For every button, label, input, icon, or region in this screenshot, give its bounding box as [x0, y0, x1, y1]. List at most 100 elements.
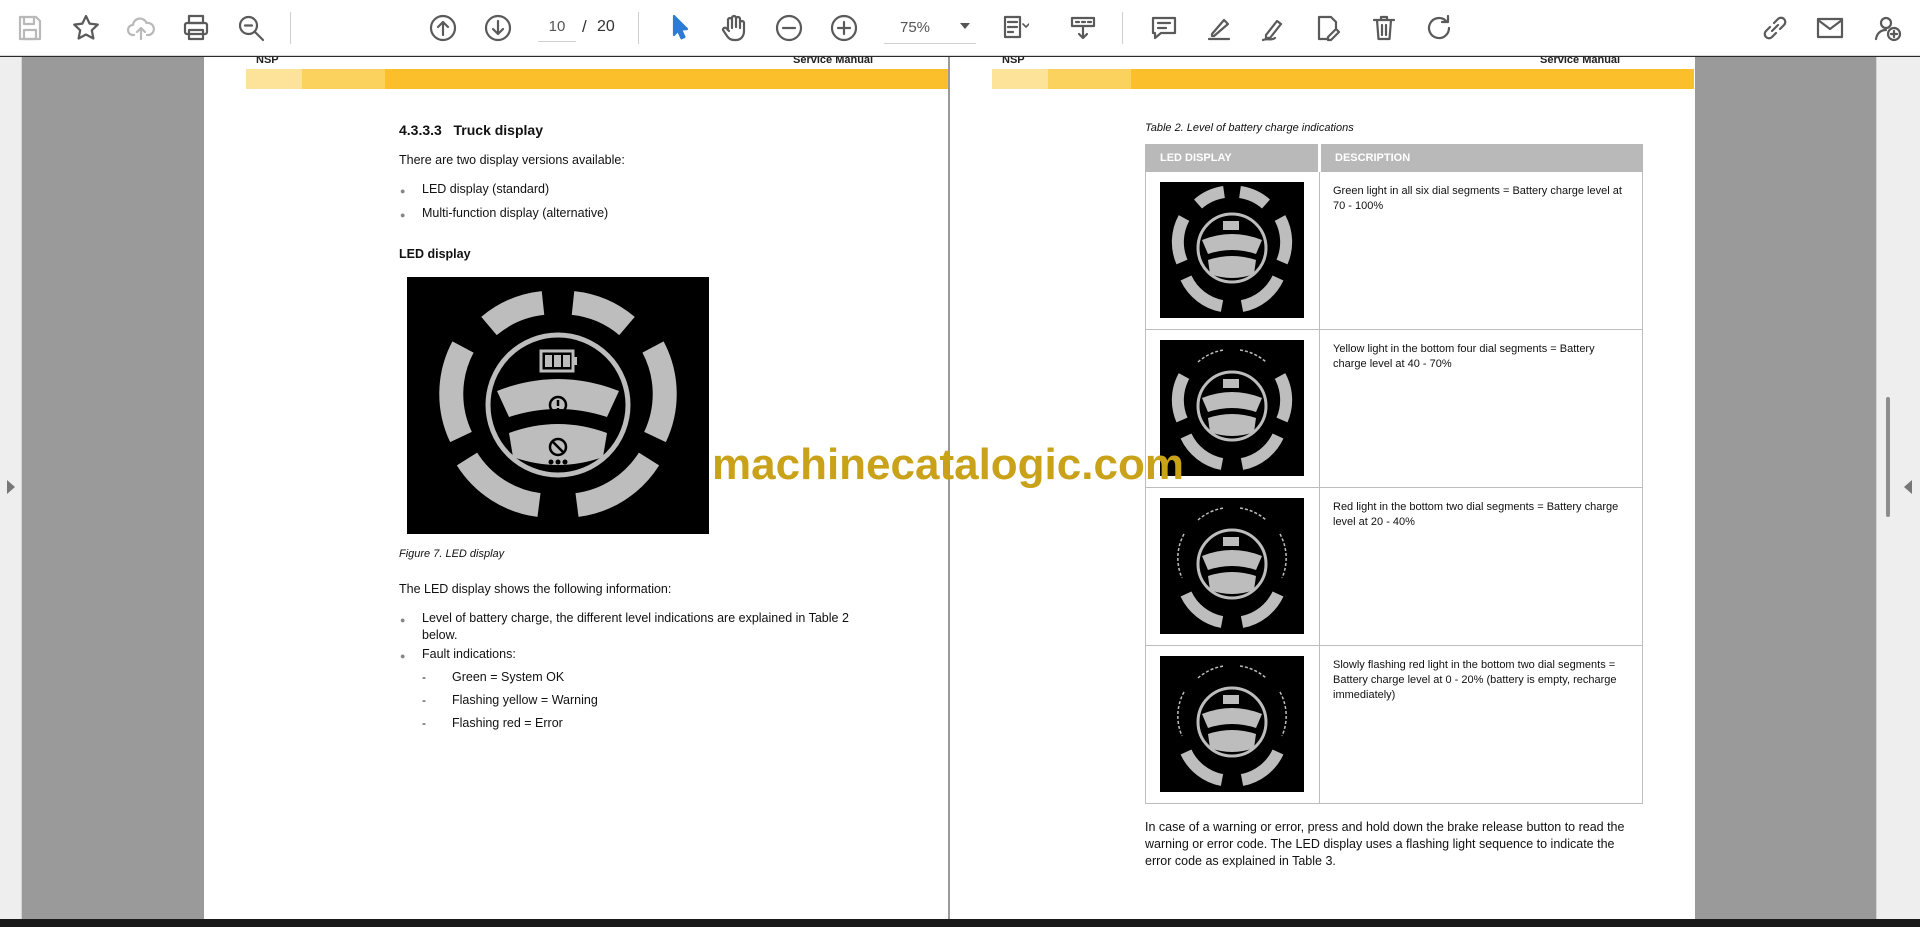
table-header-description: DESCRIPTION: [1318, 144, 1643, 172]
dial-segment: [1180, 275, 1224, 312]
right-panel-rail[interactable]: [1876, 57, 1920, 919]
dial-segment: [1171, 215, 1190, 265]
dial-segment: [1240, 275, 1284, 312]
zoom-in-icon[interactable]: [824, 8, 864, 48]
battery-icon: [1223, 695, 1239, 704]
dial-segment: [1197, 349, 1225, 363]
left-panel-rail[interactable]: [0, 57, 22, 919]
watermark-text: machinecatalogic.com: [712, 440, 1184, 489]
dial-segment: [1239, 349, 1267, 363]
comment-icon[interactable]: [1144, 8, 1184, 48]
share-link-icon[interactable]: [1755, 8, 1795, 48]
dial-segment: [1197, 665, 1225, 679]
error-band: [1208, 414, 1256, 436]
table-row: Yellow light in the bottom four dial seg…: [1145, 329, 1643, 488]
fault-item: Flashing yellow = Warning: [452, 693, 598, 707]
header-left-label: NSP: [1002, 57, 1025, 66]
table-row: Slowly flashing red light in the bottom …: [1145, 645, 1643, 804]
toolbar: / 20 75%: [0, 0, 1920, 56]
led-thumbnail: [1160, 656, 1304, 792]
battery-level-table: LED DISPLAY DESCRIPTION Green light in a…: [1145, 144, 1643, 804]
zoom-value: 75%: [900, 19, 931, 36]
description-cell: Red light in the bottom two dial segment…: [1319, 487, 1643, 646]
table-caption: Table 2. Level of battery charge indicat…: [1145, 122, 1354, 134]
led-heading: LED display: [399, 247, 471, 261]
vertical-scrollbar-thumb[interactable]: [1886, 397, 1890, 517]
expand-left-panel-icon[interactable]: [7, 480, 15, 494]
dial-segment: [1240, 591, 1284, 628]
led-thumbnail: [1160, 498, 1304, 634]
dial-segment: [1180, 749, 1224, 786]
page-down-icon[interactable]: [478, 8, 518, 48]
bookmark-star-icon[interactable]: [66, 8, 106, 48]
delete-icon[interactable]: [1364, 8, 1404, 48]
footer-paragraph-line: error code as explained in Table 3.: [1145, 854, 1336, 868]
save-icon[interactable]: [10, 8, 50, 48]
draw-icon[interactable]: [1254, 8, 1294, 48]
led-thumbnail-cell: [1145, 645, 1320, 804]
info-item-line: below.: [422, 628, 458, 642]
dial-segment: [1279, 691, 1287, 737]
section-number: 4.3.3.3: [399, 122, 442, 138]
table-header-led-display: LED DISPLAY: [1145, 144, 1320, 172]
section-title: Truck display: [453, 122, 543, 138]
dial-segment: [1238, 186, 1270, 209]
hand-tool-icon[interactable]: [714, 8, 754, 48]
dial-segment: [1279, 533, 1287, 579]
header-color-band: [246, 69, 948, 89]
version-item: Multi-function display (alternative): [422, 206, 609, 220]
dial-segment: [1177, 533, 1185, 579]
battery-icon: [1223, 537, 1239, 546]
dial-segment: [1197, 507, 1225, 521]
dial-segment: [1180, 591, 1224, 628]
scroll-mode-icon[interactable]: [1063, 8, 1103, 48]
highlight-icon[interactable]: [1199, 8, 1239, 48]
error-band: [1208, 256, 1256, 278]
expand-right-panel-icon[interactable]: [1904, 480, 1912, 494]
fit-page-icon[interactable]: [994, 8, 1034, 48]
dial-segment: [1239, 507, 1267, 521]
account-icon[interactable]: [1868, 8, 1908, 48]
led-display-figure: [407, 277, 709, 534]
header-color-band: [992, 69, 1694, 89]
zoom-out-icon[interactable]: [769, 8, 809, 48]
version-item: LED display (standard): [422, 182, 550, 196]
rotate-icon[interactable]: [1419, 8, 1459, 48]
toolbar-separator: [1122, 12, 1123, 44]
page-total: 20: [597, 18, 615, 35]
dial-segment: [1274, 373, 1293, 423]
header-right-label: Service Manual: [1540, 57, 1621, 66]
email-icon[interactable]: [1810, 8, 1850, 48]
list-dash: -: [422, 693, 426, 707]
sign-icon[interactable]: [1309, 8, 1349, 48]
toolbar-separator: [290, 12, 291, 44]
page-up-icon[interactable]: [423, 8, 463, 48]
page-separator: /: [582, 17, 587, 36]
description-cell: Yellow light in the bottom four dial seg…: [1319, 329, 1643, 488]
info-item: Fault indications:: [422, 647, 516, 661]
list-dash: -: [422, 670, 426, 684]
description-cell: Green light in all six dial segments = B…: [1319, 171, 1643, 330]
select-cursor-icon[interactable]: [660, 8, 700, 48]
dial-segment: [1239, 665, 1267, 679]
figure-caption: Figure 7. LED display: [399, 548, 505, 560]
page-number-input[interactable]: [538, 12, 576, 42]
fault-item: Green = System OK: [452, 670, 565, 684]
bullet-dot: ●: [400, 186, 406, 196]
fault-item: Flashing red = Error: [452, 716, 563, 730]
find-zoom-icon[interactable]: [231, 8, 271, 48]
footer-paragraph-line: In case of a warning or error, press and…: [1145, 820, 1625, 834]
info-intro: The LED display shows the following info…: [399, 582, 672, 596]
intro-paragraph: There are two display versions available…: [399, 153, 625, 167]
info-item-line: Level of battery charge, the different l…: [422, 611, 849, 625]
led-thumbnail: [1160, 182, 1304, 318]
zoom-select[interactable]: 75%: [884, 12, 976, 44]
header-right-label: Service Manual: [793, 57, 874, 66]
section-heading: 4.3.3.3 Truck display: [399, 122, 543, 138]
table-row: Red light in the bottom two dial segment…: [1145, 487, 1643, 646]
cloud-upload-icon[interactable]: [121, 8, 161, 48]
chevron-down-icon: [960, 23, 970, 29]
dial-segment: [1240, 749, 1284, 786]
dial-segment: [1180, 433, 1224, 470]
print-icon[interactable]: [176, 8, 216, 48]
